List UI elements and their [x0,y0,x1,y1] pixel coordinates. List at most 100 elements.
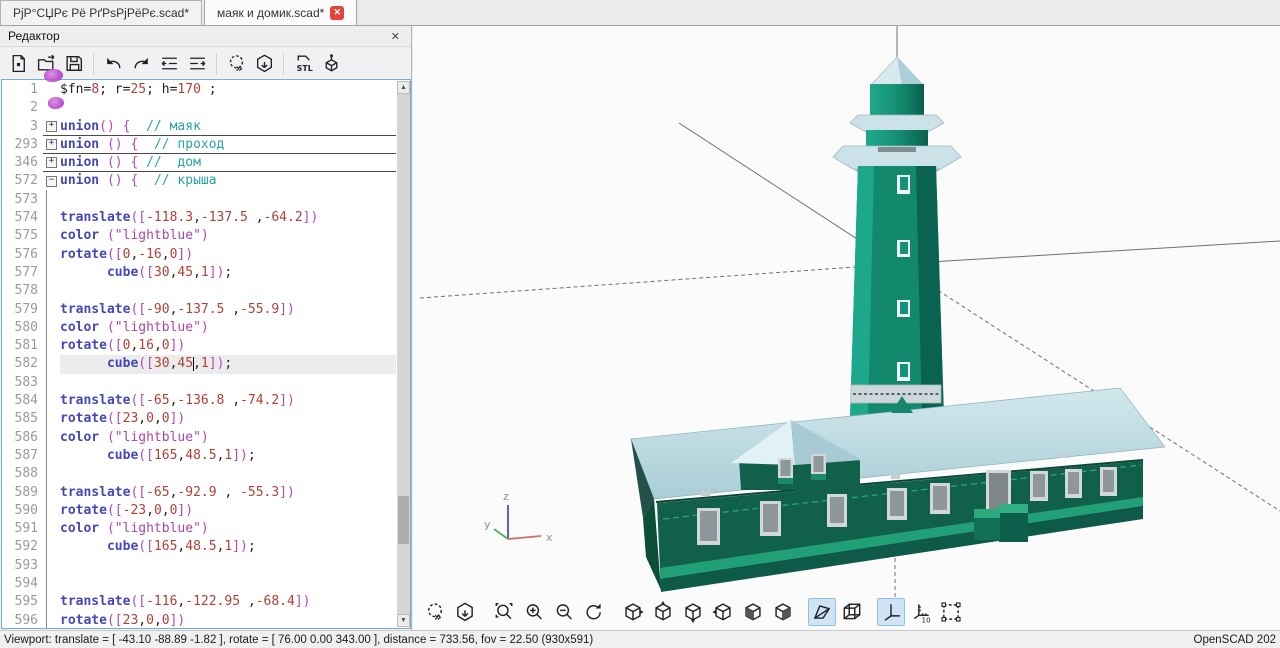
render-icon [454,601,476,623]
scrollbar-thumb[interactable] [398,496,409,544]
code-line[interactable]: 574translate([-118.3,-137.5 ,-64.2]) [2,209,396,227]
view-front-button[interactable] [739,598,767,626]
code-text: $fn=8; r=25; h=170 ; [60,81,396,99]
undo-button[interactable] [99,50,127,78]
fold-toggle-icon[interactable]: + [43,118,60,135]
scroll-down-icon[interactable]: ▼ [397,614,410,627]
view-right-button[interactable] [619,598,647,626]
code-line[interactable]: 594 [2,575,396,593]
fold-toggle-icon[interactable]: + [43,136,60,153]
scale10-icon [910,601,932,623]
view-back-button[interactable] [769,598,797,626]
redo-button[interactable] [127,50,155,78]
line-number: 579 [2,301,43,319]
editor-close-button[interactable]: ✕ [388,30,403,43]
fold-toggle-icon[interactable]: + [43,154,60,171]
code-line[interactable]: 573 [2,191,396,209]
code-text: color ("lightblue") [60,520,396,538]
x-axis-label: x [546,531,553,544]
code-line[interactable]: 576rotate([0,-16,0]) [2,246,396,264]
display-view-button[interactable] [317,50,345,78]
code-line[interactable]: 346+union () { // дом [2,154,396,172]
code-line[interactable]: 582 cube([30,45,1]); [2,355,396,373]
code-line[interactable]: 577 cube([30,45,1]); [2,264,396,282]
code-line[interactable]: 585rotate([23,0,0]) [2,410,396,428]
indent-button[interactable] [183,50,211,78]
code-text [60,374,396,392]
line-number: 590 [2,502,43,520]
code-line[interactable]: 3+union() { // маяк [2,118,396,136]
3d-viewport[interactable]: z y x [413,26,1280,630]
code-text: translate([-116,-122.95 ,-68.4]) [60,593,396,611]
code-line[interactable]: 591color ("lightblue") [2,520,396,538]
line-number: 2 [2,99,43,117]
code-line[interactable]: 595 translate([-116,-122.95 ,-68.4]) [2,593,396,611]
tab-close-icon[interactable]: ✕ [330,6,344,20]
code-line[interactable]: 589translate([-65,-92.9 , -55.3]) [2,484,396,502]
code-editor[interactable]: 1$fn=8; r=25; h=170 ;23+union() { // мая… [1,79,411,629]
code-line[interactable]: 587 cube([165,48.5,1]); [2,447,396,465]
line-number: 595 [2,593,43,611]
document-tab-2[interactable]: маяк и домик.scad*✕ [204,0,357,25]
zoom-out-button[interactable] [550,598,578,626]
editor-scrollbar[interactable]: ▲ ▼ [397,81,410,627]
code-text: rotate([0,16,0]) [60,337,396,355]
zoom-in-button[interactable] [520,598,548,626]
code-text [60,575,396,593]
code-line[interactable]: 572−union () { // крыша [2,172,396,190]
3d-scene[interactable]: z y x [413,26,1280,630]
show-axes-button[interactable] [877,598,905,626]
code-text: color ("lightblue") [60,319,396,337]
code-line[interactable]: 596rotate([23,0,0]) [2,612,396,629]
orthogonal-button[interactable] [838,598,866,626]
code-line[interactable]: 581rotate([0,16,0]) [2,337,396,355]
code-text: union () { // крыша [60,172,396,190]
render-button[interactable] [451,598,479,626]
code-line[interactable]: 584translate([-65,-136.8 ,-74.2]) [2,392,396,410]
code-line[interactable]: 592 cube([165,48.5,1]); [2,538,396,556]
show-scale-markers-button[interactable] [907,598,935,626]
code-line[interactable]: 583 [2,374,396,392]
code-lines: 1$fn=8; r=25; h=170 ;23+union() { // мая… [2,81,396,628]
document-tab-1[interactable]: РјР°СЏРє Рё РґРѕРјРёРє.scad* [0,0,202,25]
code-text: translate([-90,-137.5 ,-55.9]) [60,301,396,319]
export-stl-button[interactable] [289,50,317,78]
preview-button[interactable] [222,50,250,78]
line-number: 584 [2,392,43,410]
code-line[interactable]: 1$fn=8; r=25; h=170 ; [2,81,396,99]
code-line[interactable]: 575color ("lightblue") [2,227,396,245]
undo-icon [103,53,124,74]
line-number: 573 [2,191,43,209]
line-number: 346 [2,154,43,172]
viewcube-icon [321,53,342,74]
reset-view-button[interactable] [580,598,608,626]
line-number: 586 [2,429,43,447]
scroll-up-icon[interactable]: ▲ [397,81,410,94]
view-all-button[interactable] [937,598,965,626]
view-left-button[interactable] [709,598,737,626]
fold-toggle-icon[interactable]: − [43,172,60,190]
code-line[interactable]: 590rotate([-23,0,0]) [2,502,396,520]
y-axis-label: y [484,518,491,531]
code-line[interactable]: 580color ("lightblue") [2,319,396,337]
code-line[interactable]: 593 [2,557,396,575]
view-bottom-button[interactable] [679,598,707,626]
new-file-button[interactable] [4,50,32,78]
unindent-button[interactable] [155,50,183,78]
perspective-button[interactable] [808,598,836,626]
line-number: 592 [2,538,43,556]
code-text: union() { // маяк [60,118,396,135]
code-line[interactable]: 578 [2,282,396,300]
tab-label: РјР°СЏРє Рё РґРѕРјРёРє.scad* [13,6,189,20]
code-line[interactable]: 588 [2,465,396,483]
line-number: 589 [2,484,43,502]
code-line[interactable]: 586color ("lightblue") [2,429,396,447]
zoom-all-button[interactable] [490,598,518,626]
preview-button[interactable] [421,598,449,626]
view-top-button[interactable] [649,598,677,626]
code-line[interactable]: 293+union () { // проход [2,136,396,154]
render-button[interactable] [250,50,278,78]
status-bar: Viewport: translate = [ -43.10 -88.89 -1… [0,630,1280,648]
save-button[interactable] [60,50,88,78]
code-line[interactable]: 579 translate([-90,-137.5 ,-55.9]) [2,301,396,319]
